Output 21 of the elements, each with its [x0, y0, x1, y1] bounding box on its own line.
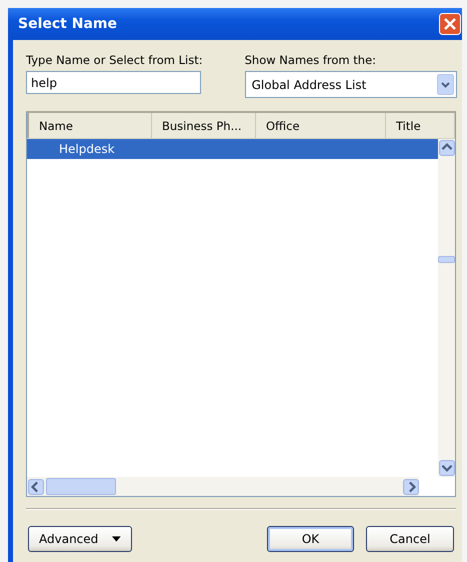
source-label: Show Names from the: [244, 53, 378, 67]
close-icon[interactable] [439, 13, 461, 35]
cancel-button[interactable]: Cancel [366, 526, 454, 552]
address-list-dropdown[interactable]: Global Address List [244, 71, 457, 98]
scroll-left-button[interactable] [28, 478, 44, 494]
scroll-right-button[interactable] [403, 478, 419, 494]
scroll-down-button[interactable] [438, 460, 454, 476]
column-header[interactable]: Business Ph... [152, 113, 256, 138]
dropdown-value: Global Address List [252, 78, 366, 92]
scrollbar-thumb[interactable] [438, 256, 455, 263]
window-title: Select Name [17, 16, 117, 32]
name-field-label: Type Name or Select from List: [26, 53, 203, 67]
ok-button[interactable]: OK [267, 526, 354, 552]
scroll-up-button[interactable] [438, 140, 454, 156]
dropdown-arrow-icon [112, 536, 121, 542]
advanced-button[interactable]: Advanced [28, 526, 132, 552]
column-header[interactable]: Title [386, 113, 455, 138]
column-header[interactable]: Office [256, 113, 386, 138]
scrollbar-thumb[interactable] [46, 478, 116, 495]
list-row[interactable]: Helpdesk [27, 139, 438, 159]
name-input-field[interactable]: help [26, 71, 201, 94]
